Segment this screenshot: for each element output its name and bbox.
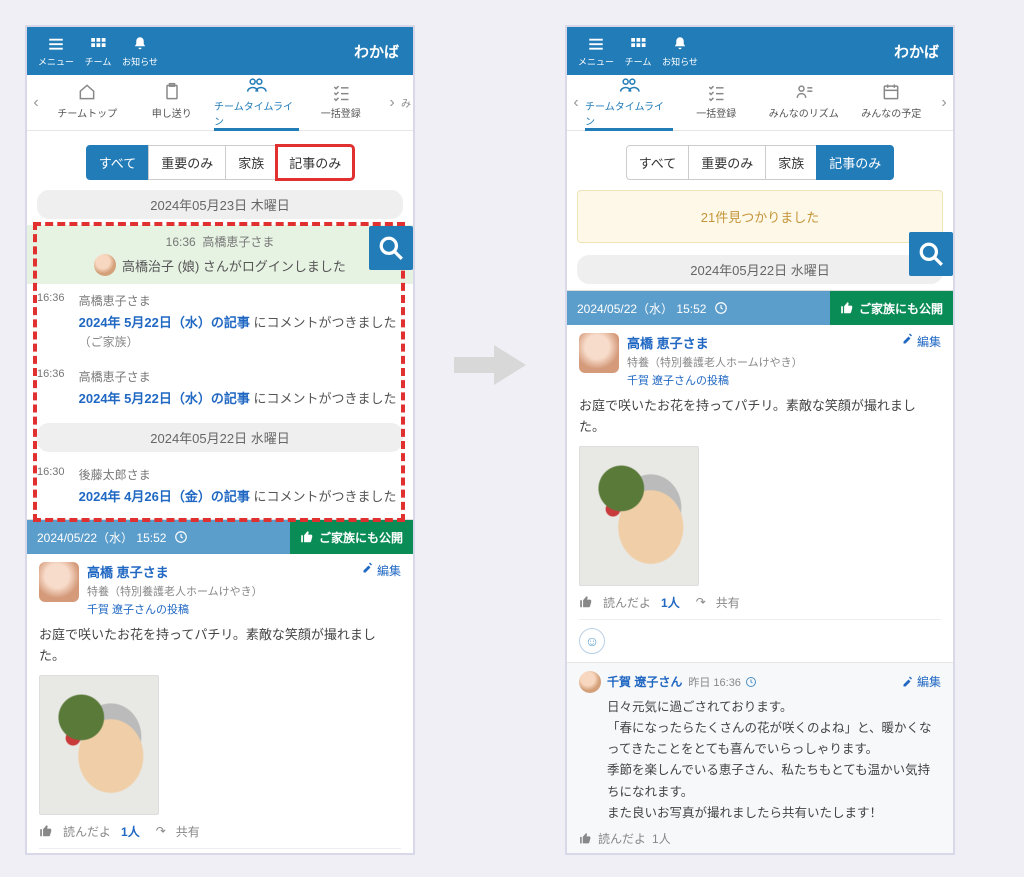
nav-next[interactable]: › (383, 75, 401, 130)
read-count[interactable]: 1人 (652, 830, 671, 847)
filter-family[interactable]: 家族 (225, 145, 277, 180)
nav-row: ‹ チームトップ 申し送り チームタイムライン 一括登録 › み (27, 75, 413, 131)
filter-all[interactable]: すべて (86, 145, 150, 180)
post-poster[interactable]: 千賀 遼子さんの投稿 (87, 601, 263, 617)
read-label[interactable]: 読んだよ (63, 823, 111, 840)
topbar: メニュー チーム お知らせ わかば (567, 27, 953, 75)
nav-rhythm[interactable]: みんなのリズム (760, 75, 848, 131)
reply-meta: 昨日 16:36 (688, 674, 757, 690)
feed-item[interactable]: 16:36 高橋恵子さま 2024年 5月22日（水）の記事 にコメントがつきま… (27, 360, 413, 417)
nav-peek: み (401, 95, 413, 110)
search-button[interactable] (909, 232, 953, 276)
nav-next[interactable]: › (935, 75, 953, 130)
login-event[interactable]: 16:36 高橋恵子さま 高橋治子 (娘) さんがログインしました (27, 225, 413, 284)
result-count: 21件見つかりました (577, 190, 943, 243)
post-photo[interactable] (579, 446, 699, 586)
post-datetime: 2024/05/22（水） 15:52 (27, 520, 290, 554)
avatar (579, 333, 619, 373)
thumb-up-icon[interactable] (39, 824, 53, 838)
read-count[interactable]: 1人 (121, 823, 140, 840)
menu-button[interactable]: メニュー (35, 35, 77, 68)
nav-prev[interactable]: ‹ (27, 75, 45, 130)
thumb-up-icon[interactable] (579, 832, 592, 845)
feed-item[interactable]: 16:36 高橋恵子さま 2024年 5月22日（水）の記事 にコメントがつきま… (27, 284, 413, 360)
right-screen: メニュー チーム お知らせ わかば ‹ チームタイムライン 一括登録 (565, 25, 955, 855)
share-family-button[interactable]: ご家族にも公開 (830, 291, 953, 325)
read-label[interactable]: 読んだよ (603, 594, 651, 611)
feed-item[interactable]: 16:30 後藤太郎さま 2024年 4月26日（金）の記事 にコメントがつきま… (27, 458, 413, 515)
edit-button[interactable]: 編集 (902, 673, 941, 690)
read-label[interactable]: 読んだよ (598, 830, 646, 847)
reply-author[interactable]: 千賀 遼子さん (607, 673, 682, 690)
reply-card: 千賀 遼子さん 昨日 16:36 編集 日々元気に過ごされております。「春になっ… (567, 662, 953, 855)
nav-requests[interactable]: 申し送り (130, 75, 215, 131)
post-author[interactable]: 高橋 恵子さま (87, 562, 263, 581)
react-button[interactable]: ☺ (579, 628, 605, 654)
avatar-icon (579, 671, 601, 693)
edit-button[interactable]: 編集 (362, 562, 401, 617)
pencil-icon (902, 676, 914, 688)
post-author[interactable]: 高橋 恵子さま (627, 333, 803, 352)
thumb-up-icon[interactable] (579, 595, 593, 609)
date-separator: 2024年05月22日 水曜日 (577, 255, 943, 284)
pencil-icon (362, 562, 374, 574)
search-button[interactable] (369, 226, 413, 270)
nav-timeline[interactable]: チームタイムライン (214, 75, 299, 131)
topbar: メニュー チーム お知らせ わかば (27, 27, 413, 75)
share-family-button[interactable]: ご家族にも公開 (290, 520, 413, 554)
post-role: 特養（特別養護老人ホームけやき） (87, 583, 263, 599)
filter-articles[interactable]: 記事のみ (276, 145, 354, 180)
notice-label: お知らせ (122, 55, 158, 68)
clock-icon (174, 530, 188, 544)
post-poster[interactable]: 千賀 遼子さんの投稿 (627, 372, 803, 388)
date-separator: 2024年05月22日 水曜日 (37, 423, 403, 452)
arrow-icon (450, 340, 530, 390)
post-photo[interactable] (39, 675, 159, 815)
clock-icon (745, 676, 757, 688)
read-count[interactable]: 1人 (661, 594, 680, 611)
filter-important[interactable]: 重要のみ (148, 145, 226, 180)
share-label[interactable]: 共有 (716, 594, 740, 611)
filter-articles[interactable]: 記事のみ (816, 145, 894, 180)
nav-schedule[interactable]: みんなの予定 (848, 75, 936, 131)
post-card: 2024/05/22（水） 15:52 ご家族にも公開 高橋 恵子さま 特養（特… (27, 519, 413, 855)
team-button[interactable]: チーム (77, 35, 119, 68)
post-text: お庭で咲いたお花を持ってパチリ。素敵な笑顔が撮れました。 (579, 396, 941, 438)
notice-button[interactable]: お知らせ (119, 35, 161, 68)
filter-tabs: すべて 重要のみ 家族 記事のみ (27, 145, 413, 180)
filter-family[interactable]: 家族 (765, 145, 817, 180)
thumb-up-icon (840, 301, 854, 315)
share-label[interactable]: 共有 (176, 823, 200, 840)
menu-button[interactable]: メニュー (575, 35, 617, 68)
nav-bulk[interactable]: 一括登録 (299, 75, 384, 131)
nav-row: ‹ チームタイムライン 一括登録 みんなのリズム みんなの予定 › (567, 75, 953, 131)
notice-button[interactable]: お知らせ (659, 35, 701, 68)
post-text: お庭で咲いたお花を持ってパチリ。素敵な笑顔が撮れました。 (39, 625, 401, 667)
edit-button[interactable]: 編集 (902, 333, 941, 388)
avatar (39, 562, 79, 602)
post-card: 2024/05/22（水） 15:52 ご家族にも公開 高橋 恵子さま 特養（特… (567, 290, 953, 855)
app-title: わかば (354, 41, 405, 62)
post-datetime: 2024/05/22（水） 15:52 (567, 291, 830, 325)
team-label: チーム (85, 55, 112, 68)
app-title: わかば (894, 41, 945, 62)
nav-team-top[interactable]: チームトップ (45, 75, 130, 131)
avatar-icon (94, 254, 116, 276)
date-separator: 2024年05月23日 木曜日 (37, 190, 403, 219)
clock-icon (714, 301, 728, 315)
thumb-up-icon (300, 530, 314, 544)
pencil-icon (902, 333, 914, 345)
left-screen: メニュー チーム お知らせ わかば ‹ チームトップ 申し送り (25, 25, 415, 855)
post-role: 特養（特別養護老人ホームけやき） (627, 354, 803, 370)
team-button[interactable]: チーム (617, 35, 659, 68)
nav-timeline[interactable]: チームタイムライン (585, 75, 673, 131)
nav-prev[interactable]: ‹ (567, 75, 585, 130)
filter-important[interactable]: 重要のみ (688, 145, 766, 180)
filter-tabs: すべて 重要のみ 家族 記事のみ (567, 145, 953, 180)
nav-bulk[interactable]: 一括登録 (673, 75, 761, 131)
menu-label: メニュー (38, 55, 74, 68)
reply-body: 日々元気に過ごされております。「春になったらたくさんの花が咲くのよね」と、暖かく… (607, 697, 941, 825)
filter-all[interactable]: すべて (626, 145, 690, 180)
